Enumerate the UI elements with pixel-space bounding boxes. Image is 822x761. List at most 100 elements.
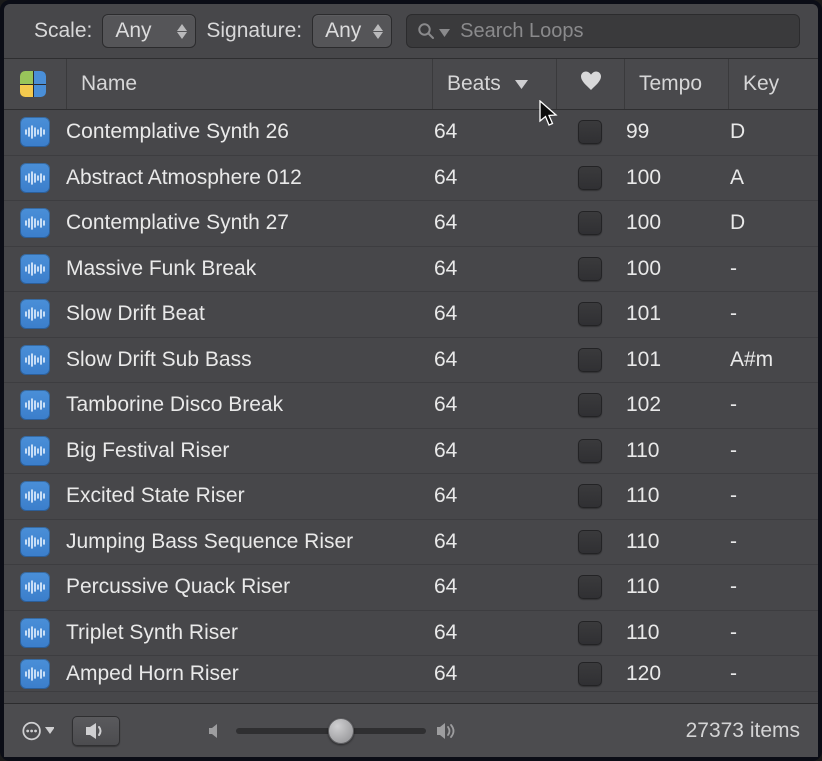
favorite-checkbox[interactable] — [578, 393, 602, 417]
favorite-checkbox[interactable] — [578, 484, 602, 508]
item-count: 27373 items — [686, 719, 800, 743]
audio-loop-icon — [20, 345, 50, 375]
loop-type-cell — [20, 208, 66, 238]
search-input[interactable] — [460, 20, 789, 43]
table-row[interactable]: Contemplative Synth 2764100D — [4, 201, 818, 247]
loop-type-cell — [20, 254, 66, 284]
loop-key: - — [728, 621, 818, 645]
loop-tempo: 102 — [624, 393, 728, 417]
search-menu-chevron-icon[interactable] — [439, 19, 450, 43]
chevron-down-icon — [45, 727, 54, 734]
table-row[interactable]: Percussive Quack Riser64110- — [4, 565, 818, 611]
loop-key: - — [728, 484, 818, 508]
favorite-checkbox[interactable] — [578, 211, 602, 235]
loop-name: Slow Drift Beat — [66, 302, 432, 326]
favorite-cell — [556, 348, 624, 372]
ellipsis-circle-icon — [22, 720, 41, 742]
table-row[interactable]: Tamborine Disco Break64102- — [4, 383, 818, 429]
search-field[interactable] — [406, 14, 800, 48]
loop-key: - — [728, 439, 818, 463]
loop-tempo: 100 — [624, 257, 728, 281]
volume-control — [208, 722, 460, 740]
volume-knob[interactable] — [328, 718, 354, 744]
table-row[interactable]: Abstract Atmosphere 01264100A — [4, 156, 818, 202]
column-header-tempo[interactable]: Tempo — [624, 59, 728, 109]
favorite-checkbox[interactable] — [578, 257, 602, 281]
loop-key: - — [728, 530, 818, 554]
preview-button[interactable] — [72, 716, 120, 746]
column-header-type[interactable] — [4, 59, 66, 109]
favorite-checkbox[interactable] — [578, 621, 602, 645]
loop-tempo: 110 — [624, 621, 728, 645]
loop-type-cell — [20, 527, 66, 557]
volume-high-icon — [436, 722, 460, 740]
loop-beats: 64 — [432, 530, 556, 554]
bottom-bar: 27373 items — [4, 703, 818, 757]
favorite-checkbox[interactable] — [578, 439, 602, 463]
table-row[interactable]: Amped Horn Riser64120- — [4, 656, 818, 692]
audio-loop-icon — [20, 572, 50, 602]
favorite-cell — [556, 484, 624, 508]
loop-tempo: 110 — [624, 530, 728, 554]
loop-tempo: 101 — [624, 302, 728, 326]
loop-name: Contemplative Synth 26 — [66, 120, 432, 144]
scale-value: Any — [115, 19, 151, 43]
actions-menu-button[interactable] — [22, 718, 54, 744]
loop-beats: 64 — [432, 211, 556, 235]
volume-slider[interactable] — [236, 728, 426, 734]
loop-type-cell — [20, 390, 66, 420]
table-row[interactable]: Massive Funk Break64 100- — [4, 247, 818, 293]
loop-key: - — [728, 257, 818, 281]
loop-type-cell — [20, 117, 66, 147]
loop-name: Percussive Quack Riser — [66, 575, 432, 599]
favorite-cell — [556, 530, 624, 554]
favorite-cell — [556, 302, 624, 326]
loops-list[interactable]: Contemplative Synth 266499DAbstract Atmo… — [4, 110, 818, 703]
stepper-icon — [373, 24, 383, 39]
table-row[interactable]: Triplet Synth Riser64110- — [4, 611, 818, 657]
loop-tempo: 110 — [624, 484, 728, 508]
loop-name: Massive Funk Break — [66, 257, 432, 281]
signature-dropdown[interactable]: Any — [312, 14, 392, 48]
table-row[interactable]: Slow Drift Sub Bass64101A#m — [4, 338, 818, 384]
loop-beats: 64 — [432, 393, 556, 417]
favorite-checkbox[interactable] — [578, 166, 602, 190]
loop-beats: 64 — [432, 302, 556, 326]
audio-loop-icon — [20, 618, 50, 648]
loop-tempo: 110 — [624, 439, 728, 463]
signature-value: Any — [325, 19, 361, 43]
favorite-cell — [556, 575, 624, 599]
loop-key: - — [728, 662, 818, 686]
audio-loop-icon — [20, 436, 50, 466]
heart-icon — [580, 71, 602, 97]
table-row[interactable]: Excited State Riser64110- — [4, 474, 818, 520]
favorite-checkbox[interactable] — [578, 348, 602, 372]
favorite-checkbox[interactable] — [578, 530, 602, 554]
loop-type-cell — [20, 659, 66, 689]
column-header-beats[interactable]: Beats — [432, 59, 556, 109]
table-row[interactable]: Contemplative Synth 266499D — [4, 110, 818, 156]
audio-loop-icon — [20, 117, 50, 147]
table-row[interactable]: Jumping Bass Sequence Riser64110- — [4, 520, 818, 566]
table-row[interactable]: Slow Drift Beat64 101- — [4, 292, 818, 338]
column-header-name[interactable]: Name — [66, 59, 432, 109]
loop-tempo: 120 — [624, 662, 728, 686]
favorite-checkbox[interactable] — [578, 120, 602, 144]
audio-loop-icon — [20, 659, 50, 689]
loop-tempo: 100 — [624, 166, 728, 190]
scale-dropdown[interactable]: Any — [102, 14, 196, 48]
loop-tempo: 101 — [624, 348, 728, 372]
loop-key: A — [728, 166, 818, 190]
favorite-checkbox[interactable] — [578, 575, 602, 599]
favorite-checkbox[interactable] — [578, 302, 602, 326]
audio-loop-icon — [20, 163, 50, 193]
audio-loop-icon — [20, 390, 50, 420]
column-header-key[interactable]: Key — [728, 59, 818, 109]
audio-loop-icon — [20, 254, 50, 284]
favorite-checkbox[interactable] — [578, 662, 602, 686]
table-row[interactable]: Big Festival Riser64110- — [4, 429, 818, 475]
loop-name: Tamborine Disco Break — [66, 393, 432, 417]
loop-key: - — [728, 302, 818, 326]
column-header-favorite[interactable] — [556, 59, 624, 109]
loop-beats: 64 — [432, 257, 556, 281]
